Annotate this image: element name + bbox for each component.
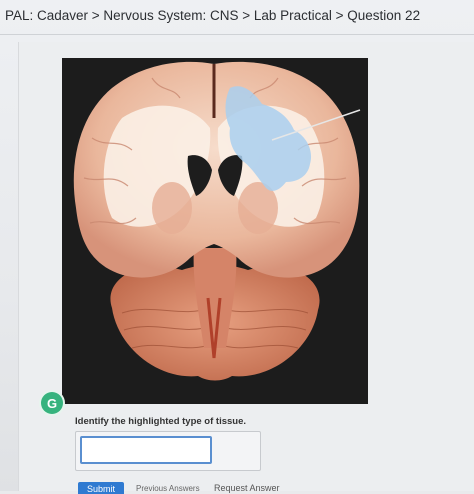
header: PAL: Cadaver > Nervous System: CNS > Lab… [0, 0, 474, 35]
brain-coronal-section [62, 58, 368, 404]
question-prompt: Identify the highlighted type of tissue. [75, 416, 247, 427]
page: PAL: Cadaver > Nervous System: CNS > Lab… [0, 0, 474, 494]
previous-answers-link[interactable]: Previous Answers [136, 484, 200, 493]
brain-specimen-image [62, 58, 368, 404]
status-badge: G [41, 392, 63, 414]
submit-button[interactable]: Submit [78, 482, 124, 494]
actions-bar: Submit Previous Answers Request Answer [78, 482, 378, 494]
breadcrumb: PAL: Cadaver > Nervous System: CNS > Lab… [5, 8, 421, 23]
answer-input[interactable] [80, 436, 212, 464]
request-answer-link[interactable]: Request Answer [214, 483, 280, 493]
